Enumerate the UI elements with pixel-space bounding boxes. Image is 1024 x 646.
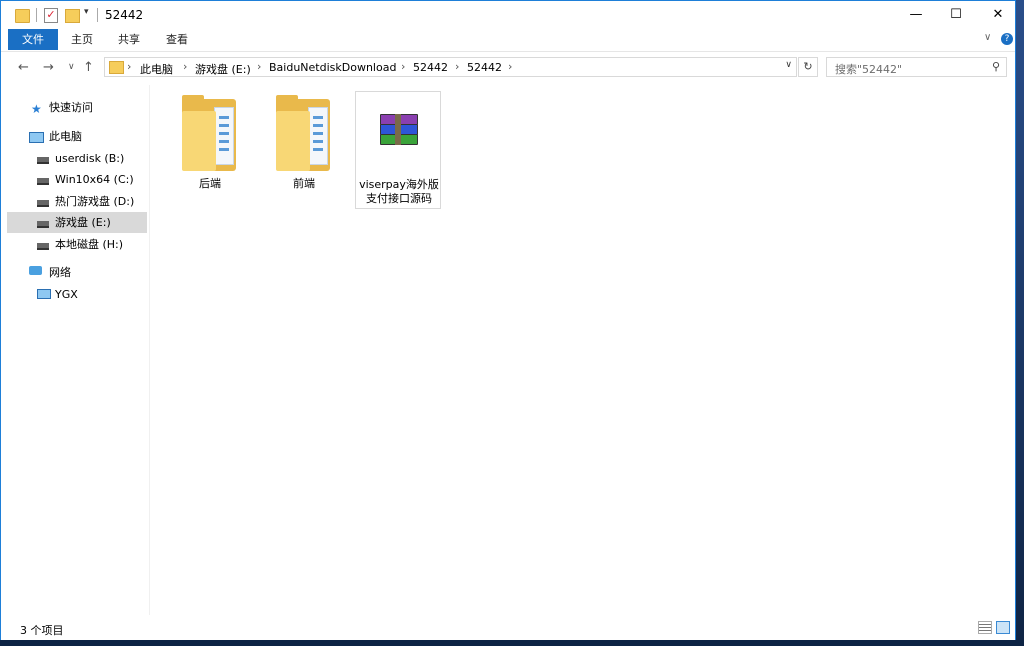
taskbar-edge (0, 640, 1024, 646)
nav-label: Win10x64 (C:) (55, 173, 134, 186)
new-folder-icon[interactable] (65, 9, 80, 23)
chevron-right-icon[interactable]: › (401, 60, 405, 73)
maximize-button[interactable]: ☐ (933, 1, 979, 29)
folder-icon (182, 95, 236, 171)
nav-item-this-pc[interactable]: 此电脑 (7, 126, 147, 147)
nav-item-network[interactable]: 网络 (7, 262, 147, 283)
nav-label: 热门游戏盘 (D:) (55, 195, 135, 208)
up-button[interactable]: ↑ (83, 60, 94, 75)
nav-label: 快速访问 (49, 101, 93, 114)
nav-label: 网络 (49, 266, 71, 279)
drive-icon (37, 200, 49, 207)
refresh-button[interactable]: ↻ (798, 57, 818, 77)
breadcrumb-baidunetdisk[interactable]: BaiduNetdiskDownload (269, 61, 396, 74)
nav-label: 游戏盘 (E:) (55, 216, 111, 229)
chevron-right-icon[interactable]: › (455, 60, 459, 73)
tab-share[interactable]: 共享 (118, 29, 140, 50)
separator (36, 8, 37, 22)
status-bar: 3 个项目 (1, 616, 1015, 640)
chevron-down-icon[interactable]: ∨ (785, 60, 792, 70)
file-name: 前端 (293, 177, 315, 190)
title-bar: ✓ ▾ 52442 — ☐ ✕ (1, 1, 1015, 29)
navigation-pane: ★ 快速访问 此电脑 userdisk (B:) Win10x64 (C:) 热… (1, 85, 150, 615)
drive-icon (37, 243, 49, 250)
rar-archive-icon (378, 114, 418, 148)
drive-icon (37, 157, 49, 164)
drive-icon (37, 221, 49, 228)
folder-icon (109, 61, 124, 74)
nav-item-drive-h[interactable]: 本地磁盘 (H:) (7, 234, 147, 255)
file-item[interactable]: 后端 (167, 91, 253, 209)
address-bar[interactable]: › 此电脑 › 游戏盘 (E:) › BaiduNetdiskDownload … (104, 57, 797, 77)
nav-item-drive-c[interactable]: Win10x64 (C:) (7, 169, 147, 190)
details-view-button[interactable] (978, 621, 992, 634)
monitor-icon (37, 289, 51, 299)
breadcrumb-52442[interactable]: 52442 (413, 61, 448, 74)
file-name: 后端 (199, 177, 221, 190)
nav-label: userdisk (B:) (55, 152, 125, 165)
nav-item-ygx[interactable]: YGX (7, 284, 147, 305)
expand-ribbon-icon[interactable]: ∨ (984, 32, 991, 43)
chevron-right-icon[interactable]: › (257, 60, 261, 73)
close-button[interactable]: ✕ (975, 1, 1021, 29)
search-input[interactable]: 搜索"52442" ⚲ (826, 57, 1007, 77)
system-drive-icon (37, 178, 49, 185)
search-placeholder: 搜索"52442" (835, 63, 903, 76)
computer-icon (29, 132, 44, 143)
network-icon (29, 266, 42, 275)
ribbon-tabs: 文件 主页 共享 查看 ∨ ? (1, 29, 1015, 52)
file-item[interactable]: viserpay海外版支付接口源码 (355, 91, 441, 209)
large-icons-view-button[interactable] (996, 621, 1010, 634)
properties-icon[interactable]: ✓ (44, 8, 58, 23)
nav-label: 本地磁盘 (H:) (55, 238, 124, 251)
nav-item-quick-access[interactable]: ★ 快速访问 (7, 97, 147, 118)
breadcrumb-this-pc[interactable]: 此电脑 (140, 61, 173, 77)
help-icon[interactable]: ? (1001, 33, 1013, 45)
back-button[interactable]: ← (18, 60, 29, 75)
chevron-right-icon[interactable]: › (127, 60, 131, 73)
tab-home[interactable]: 主页 (71, 29, 93, 50)
explorer-window: ✓ ▾ 52442 — ☐ ✕ 文件 主页 共享 查看 ∨ ? ← → ∨ ↑ … (0, 0, 1016, 640)
folder-icon[interactable] (15, 9, 30, 23)
nav-label: 此电脑 (49, 130, 82, 143)
separator (97, 8, 98, 22)
file-list: 后端 前端 viserpay海外版支付接口源码 (151, 85, 1015, 615)
search-icon[interactable]: ⚲ (992, 60, 1000, 73)
navigation-bar: ← → ∨ ↑ › 此电脑 › 游戏盘 (E:) › BaiduNetdiskD… (1, 52, 1015, 84)
breadcrumb-52442-current[interactable]: 52442 (467, 61, 502, 74)
window-title: 52442 (105, 8, 144, 22)
item-count: 3 个项目 (20, 624, 64, 637)
tab-view[interactable]: 查看 (166, 29, 188, 50)
chevron-right-icon[interactable]: › (508, 60, 512, 73)
star-icon: ★ (31, 102, 42, 116)
desktop-background (1016, 0, 1024, 646)
customize-toolbar-icon[interactable]: ▾ (84, 7, 89, 23)
breadcrumb-drive-e[interactable]: 游戏盘 (E:) (195, 61, 251, 77)
chevron-right-icon[interactable]: › (183, 60, 187, 73)
forward-button[interactable]: → (43, 60, 54, 75)
tab-file[interactable]: 文件 (8, 29, 58, 50)
nav-item-drive-b[interactable]: userdisk (B:) (7, 148, 147, 169)
nav-item-drive-e[interactable]: 游戏盘 (E:) (7, 212, 147, 233)
nav-item-drive-d[interactable]: 热门游戏盘 (D:) (7, 191, 147, 212)
file-item[interactable]: 前端 (261, 91, 347, 209)
recent-locations-button[interactable]: ∨ (68, 62, 75, 72)
nav-label: YGX (55, 288, 78, 301)
file-name: viserpay海外版支付接口源码 (359, 178, 439, 205)
folder-icon (276, 95, 330, 171)
